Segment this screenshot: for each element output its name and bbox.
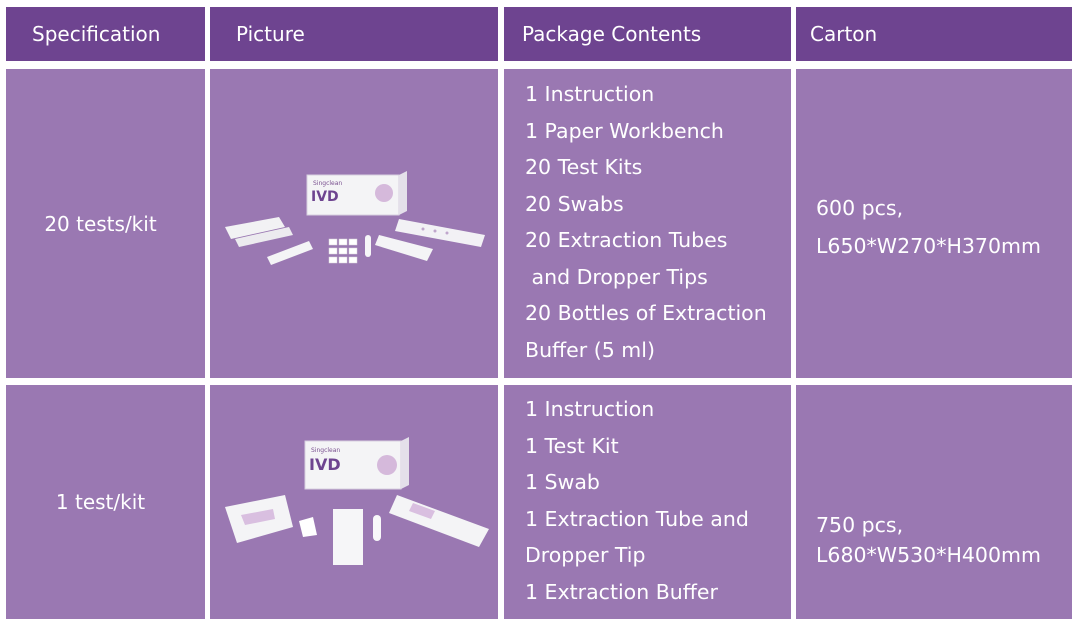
content-line: 1 Instruction — [525, 82, 655, 106]
header-package-contents: Package Contents — [504, 7, 791, 61]
row-2-specification-text: 1 test/kit — [55, 490, 146, 514]
header-picture-label: Picture — [236, 22, 305, 46]
content-line: 1 Paper Workbench — [525, 118, 724, 143]
header-carton: Carton — [796, 7, 1072, 61]
box-brand-text: Singclean — [313, 180, 342, 187]
content-line: 20 Bottles of Extraction — [525, 301, 767, 325]
carton-dimensions: L650*W270*H370mm — [816, 234, 1041, 258]
header-carton-label: Carton — [810, 22, 878, 46]
row-1-package-contents: 1 Instruction 1 Paper Workbench 20 Test … — [504, 69, 791, 378]
row-2-specification: 1 test/kit — [6, 385, 205, 619]
content-line: and Dropper Tips — [525, 264, 708, 289]
row-1-specification-text: 20 tests/kit — [44, 211, 157, 236]
row-1-carton: 600 pcs, L650*W270*H370mm — [796, 69, 1072, 378]
box-logo-text: IVD — [309, 455, 341, 474]
header-picture: Picture — [210, 7, 498, 61]
carton-quantity: 750 pcs, — [816, 513, 904, 537]
row-1-specification: 20 tests/kit — [6, 69, 205, 378]
carton-dimensions: L680*W530*H400mm — [816, 543, 1041, 567]
row-2-picture: Singclean IVD — [210, 385, 498, 619]
content-line: 20 Swabs — [525, 191, 624, 216]
box-brand-text: Singclean — [311, 447, 340, 454]
content-line: 1 Instruction — [525, 397, 655, 421]
content-line: 1 Swab — [525, 470, 600, 494]
carton-quantity: 600 pcs, — [816, 196, 904, 220]
header-package-contents-label: Package Contents — [522, 22, 702, 46]
content-line: 1 Extraction Buffer — [525, 579, 718, 604]
header-specification-label: Specification — [32, 22, 161, 46]
box-logo-text: IVD — [311, 189, 339, 205]
row-2-package-contents: 1 Instruction 1 Test Kit 1 Swab 1 Extrac… — [504, 385, 791, 619]
content-line: Dropper Tip — [525, 543, 646, 567]
content-line: 20 Test Kits — [525, 155, 643, 179]
row-2-carton: 750 pcs, L680*W530*H400mm — [796, 385, 1072, 619]
product-kit-image: Singclean IVD — [225, 170, 485, 265]
content-line: 20 Extraction Tubes — [525, 228, 728, 252]
header-specification: Specification — [6, 7, 205, 61]
content-line: 1 Extraction Tube and — [525, 506, 749, 531]
content-line: 1 Test Kit — [525, 433, 619, 458]
content-line: Buffer (5 ml) — [525, 337, 655, 362]
product-single-kit-image: Singclean IVD — [224, 437, 489, 565]
row-1-picture: Singclean IVD — [210, 69, 498, 378]
